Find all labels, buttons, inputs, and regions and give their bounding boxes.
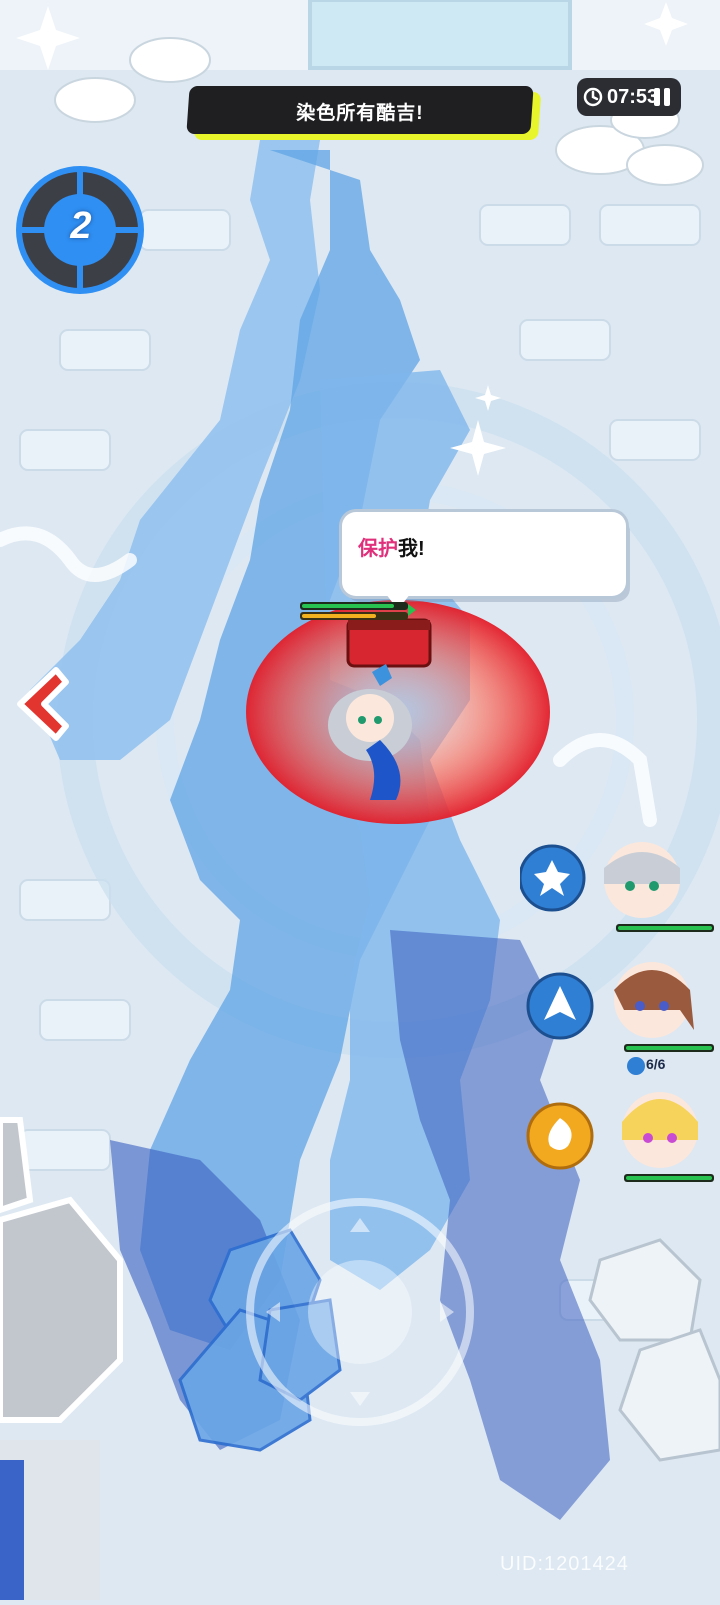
- player-status-bars: [300, 602, 416, 620]
- speech-highlight: 保护: [358, 538, 398, 560]
- squad-graphic: [518, 842, 714, 1182]
- speech-rest: 我!: [398, 538, 425, 560]
- squad-member-3[interactable]: [526, 1092, 714, 1182]
- squad-counter: 6/6: [646, 1056, 666, 1072]
- objective-text: 染色所有酷吉!: [296, 103, 424, 124]
- speech-bubble: 保护我!: [342, 512, 626, 610]
- level-number: 2: [70, 205, 92, 247]
- objective-banner: 染色所有酷吉!: [186, 86, 534, 134]
- clock-icon: [583, 87, 603, 107]
- movement-joystick[interactable]: [248, 1258, 478, 1488]
- pause-icon[interactable]: [647, 82, 677, 112]
- timer-panel: 07:53: [577, 78, 681, 116]
- squad-member-1[interactable]: [518, 842, 714, 932]
- speech-text: 保护我!: [358, 532, 425, 561]
- level-badge: 2: [10, 160, 176, 310]
- squad-panel: 6/6: [518, 840, 720, 1210]
- uid-text: UID:1201424: [500, 1553, 629, 1575]
- offscreen-target-arrow-icon: [17, 667, 69, 741]
- squad-member-2[interactable]: [526, 962, 714, 1075]
